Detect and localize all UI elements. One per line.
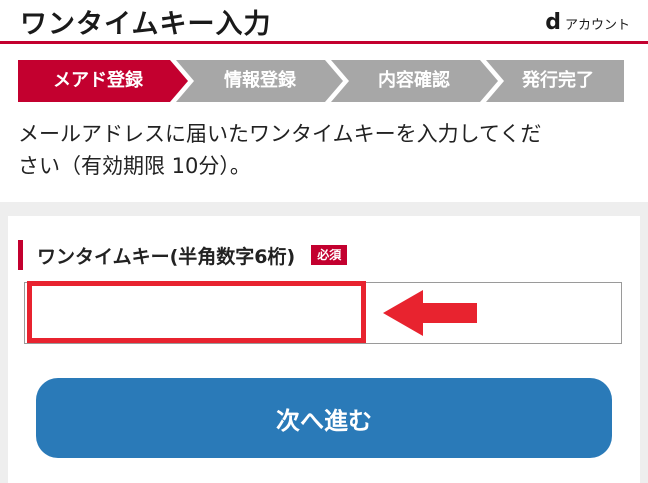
d-account-logo: d アカウント	[545, 12, 630, 34]
step-2-label: 情報登録	[224, 70, 296, 91]
header-bar: ワンタイムキー入力 d アカウント	[0, 0, 648, 44]
step-3-label: 内容確認	[378, 70, 450, 91]
step-4-label: 発行完了	[522, 70, 594, 91]
brand-label: アカウント	[564, 18, 630, 33]
next-button[interactable]: 次へ進む	[36, 378, 612, 458]
instruction-line-1: メールアドレスに届いたワンタイムキーを入力してくだ	[18, 122, 542, 146]
onetime-key-field	[24, 282, 622, 344]
brand-mark: d	[545, 10, 561, 35]
field-label-row: ワンタイムキー(半角数字6桁) 必須	[18, 240, 348, 270]
progress-steps: メアド登録 情報登録 内容確認 発行完了	[18, 60, 624, 102]
page-title: ワンタイムキー入力	[20, 9, 272, 40]
required-badge: 必須	[311, 245, 348, 265]
step-1-label: メアド登録	[53, 70, 143, 91]
field-label: ワンタイムキー(半角数字6桁)	[37, 245, 296, 268]
instruction-text: メールアドレスに届いたワンタイムキーを入力してくだ さい（有効期限 10分）。	[18, 118, 628, 182]
onetime-key-input[interactable]	[25, 283, 621, 343]
left-arrow-icon	[383, 290, 479, 340]
instruction-line-2: さい（有効期限 10分）。	[18, 154, 251, 178]
